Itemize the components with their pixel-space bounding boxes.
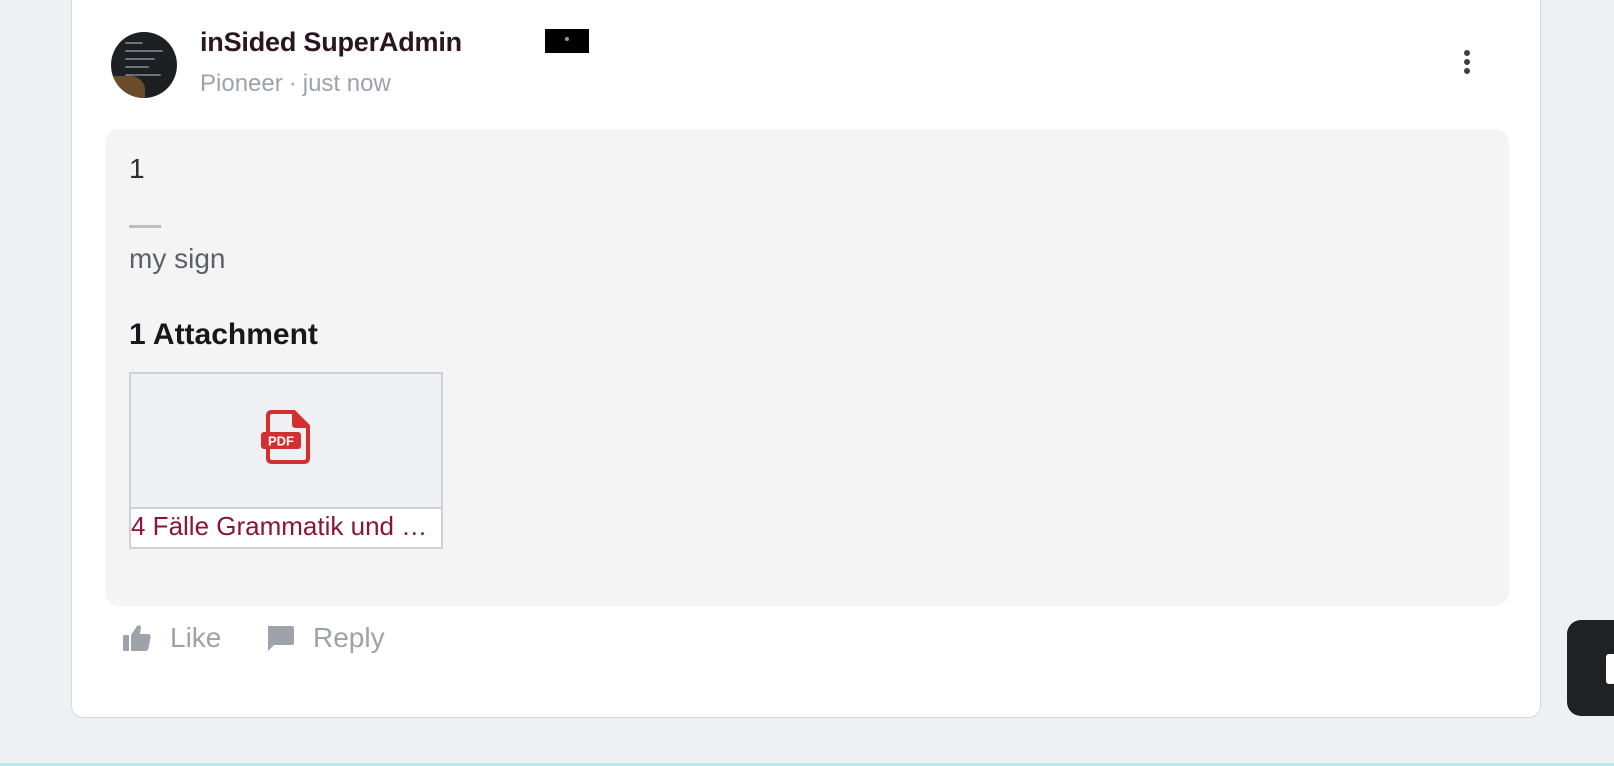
reply-label: Reply <box>313 622 385 653</box>
like-button[interactable]: Like <box>122 618 221 658</box>
signature-divider <box>129 225 161 228</box>
attachment-card[interactable]: PDF 4 Fälle Grammatik und … <box>129 372 443 549</box>
post-card: inSided SuperAdmin Pioneer · just now 1 my… <box>71 0 1541 718</box>
post-timestamp: just now <box>302 70 391 97</box>
rank-badge-icon <box>545 29 589 53</box>
attachment-thumbnail[interactable]: PDF <box>131 374 441 509</box>
attachments-heading: 1 Attachment <box>129 318 318 351</box>
pdf-icon-label: PDF <box>268 434 294 449</box>
author-name[interactable]: inSided SuperAdmin <box>200 27 462 58</box>
post-content: 1 my sign 1 Attachment PDF 4 Fälle Gramm… <box>105 129 1509 606</box>
attachment-file-link[interactable]: 4 Fälle Grammatik und … <box>131 511 441 542</box>
post-signature: my sign <box>129 243 226 274</box>
pdf-file-icon: PDF <box>261 410 310 464</box>
chat-bubble-icon <box>268 626 294 651</box>
author-rank: Pioneer <box>200 70 283 97</box>
more-options-button[interactable] <box>1456 47 1478 77</box>
floating-widget-button[interactable] <box>1567 620 1614 716</box>
meta-separator: · <box>288 70 297 97</box>
post-meta: Pioneer · just now <box>200 70 391 98</box>
thumbs-up-icon <box>123 625 151 651</box>
like-label: Like <box>170 622 222 653</box>
author-avatar[interactable] <box>111 32 177 98</box>
more-vertical-icon <box>1464 50 1470 56</box>
post-body: 1 <box>129 153 145 184</box>
reply-button[interactable]: Reply <box>265 618 385 658</box>
